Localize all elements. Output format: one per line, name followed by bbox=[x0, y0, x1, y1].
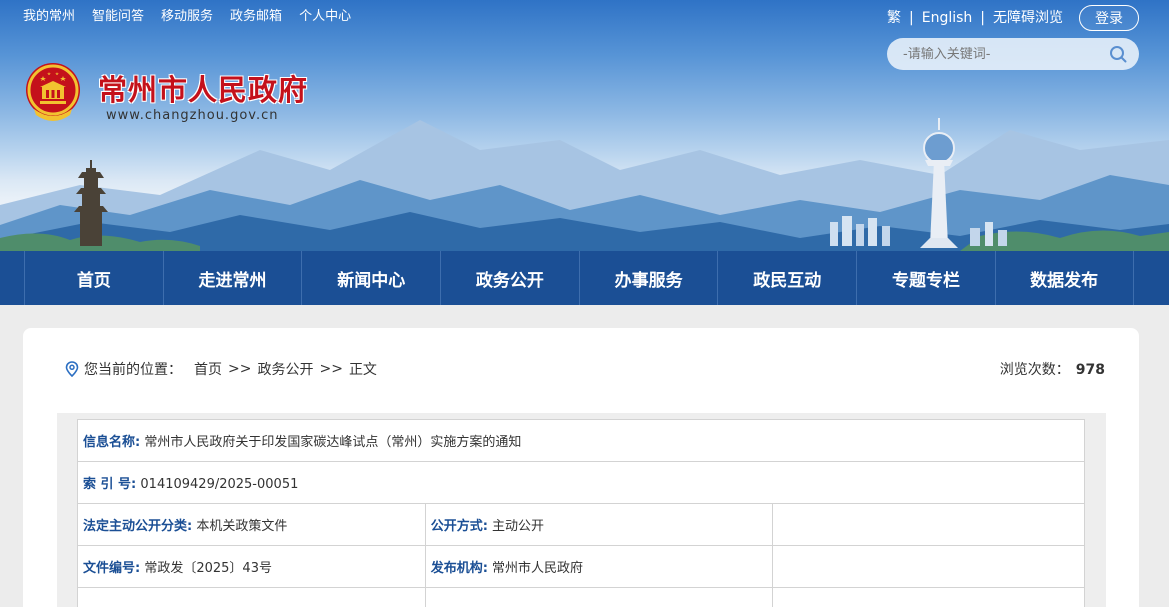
breadcrumb-current: 正文 bbox=[348, 362, 377, 378]
info-org-value: 常州市人民政府 bbox=[492, 561, 584, 576]
traditional-chinese-link[interactable]: 繁 bbox=[887, 6, 901, 30]
breadcrumb-home[interactable]: 首页 bbox=[194, 359, 222, 379]
info-mode-label: 公开方式: bbox=[430, 519, 488, 534]
info-mode-value: 主动公开 bbox=[492, 519, 545, 534]
site-title: 常州市人民政府 bbox=[98, 73, 309, 107]
info-category-label: 法定主动公开分类: bbox=[83, 519, 193, 534]
info-empty-cell bbox=[772, 503, 1085, 546]
nav-item-special-topics[interactable]: 专题专栏 bbox=[856, 251, 995, 305]
search-box bbox=[887, 38, 1139, 70]
table-row: 索 引 号: 014109429/2025-00051 bbox=[77, 461, 1085, 504]
info-doc-value: 常政发〔2025〕43号 bbox=[144, 561, 272, 576]
info-doc-cell: 文件编号: 常政发〔2025〕43号 bbox=[77, 545, 426, 588]
header-banner: 我的常州 智能问答 移动服务 政务邮箱 个人中心 繁 | English | 无… bbox=[0, 0, 1169, 251]
accessible-browse-link[interactable]: 无障碍浏览 bbox=[993, 6, 1063, 30]
english-link[interactable]: English bbox=[922, 6, 973, 30]
nav-item-about-changzhou[interactable]: 走进常州 bbox=[162, 251, 302, 305]
info-org-cell: 发布机构: 常州市人民政府 bbox=[424, 545, 774, 588]
breadcrumb-gov-affairs[interactable]: 政务公开 bbox=[257, 359, 313, 379]
info-org-label: 发布机构: bbox=[430, 561, 488, 576]
nav-item-data-release[interactable]: 数据发布 bbox=[994, 251, 1134, 305]
breadcrumb-separator: >> bbox=[228, 361, 252, 377]
table-row: 法定主动公开分类: 本机关政策文件 公开方式: 主动公开 bbox=[77, 503, 1085, 546]
info-table: 信息名称: 常州市人民政府关于印发国家碳达峰试点（常州）实施方案的通知 索 引 … bbox=[77, 419, 1085, 607]
info-name-value: 常州市人民政府关于印发国家碳达峰试点（常州）实施方案的通知 bbox=[144, 435, 522, 450]
info-name-cell: 信息名称: 常州市人民政府关于印发国家碳达峰试点（常州）实施方案的通知 bbox=[77, 419, 1085, 462]
national-emblem-icon bbox=[26, 63, 80, 121]
nav-item-home[interactable]: 首页 bbox=[24, 251, 163, 305]
breadcrumb: 您当前的位置： 首页 >> 政务公开 >> 正文 bbox=[65, 359, 377, 379]
view-count-value: 978 bbox=[1075, 362, 1105, 378]
toolbar-divider: | bbox=[980, 10, 985, 26]
nav-item-interaction[interactable]: 政民互动 bbox=[717, 251, 856, 305]
table-row bbox=[77, 587, 1085, 607]
info-partial-cell bbox=[772, 587, 1085, 607]
search-icon[interactable] bbox=[1109, 45, 1127, 63]
view-count-label: 浏览次数： bbox=[999, 362, 1070, 378]
content-card: 您当前的位置： 首页 >> 政务公开 >> 正文 浏览次数： 978 信息名称: … bbox=[23, 328, 1139, 607]
site-url: www.changzhou.gov.cn bbox=[106, 108, 279, 123]
view-count: 浏览次数： 978 bbox=[1000, 359, 1105, 379]
info-partial-cell bbox=[424, 587, 774, 607]
info-category-cell: 法定主动公开分类: 本机关政策文件 bbox=[77, 503, 426, 546]
info-index-label: 索 引 号: bbox=[83, 477, 137, 492]
info-empty-cell bbox=[772, 545, 1085, 588]
info-category-value: 本机关政策文件 bbox=[196, 519, 288, 534]
table-row: 文件编号: 常政发〔2025〕43号 发布机构: 常州市人民政府 bbox=[77, 545, 1085, 588]
info-index-value: 014109429/2025-00051 bbox=[140, 477, 299, 492]
info-partial-cell bbox=[77, 587, 426, 607]
top-link-smart-qa[interactable]: 智能问答 bbox=[92, 8, 144, 26]
top-link-personal-center[interactable]: 个人中心 bbox=[299, 8, 351, 26]
top-link-my-changzhou[interactable]: 我的常州 bbox=[23, 8, 75, 26]
toolbar-divider: | bbox=[909, 10, 914, 26]
table-row: 信息名称: 常州市人民政府关于印发国家碳达峰试点（常州）实施方案的通知 bbox=[77, 419, 1085, 462]
info-doc-label: 文件编号: bbox=[83, 561, 141, 576]
info-index-cell: 索 引 号: 014109429/2025-00051 bbox=[77, 461, 1085, 504]
location-pin-icon bbox=[65, 361, 79, 377]
login-button[interactable]: 登录 bbox=[1079, 5, 1139, 31]
info-name-label: 信息名称: bbox=[83, 435, 141, 450]
nav-item-gov-affairs[interactable]: 政务公开 bbox=[440, 251, 579, 305]
info-mode-cell: 公开方式: 主动公开 bbox=[424, 503, 774, 546]
header-toolbar: 繁 | English | 无障碍浏览 登录 bbox=[887, 5, 1139, 31]
top-link-gov-mail[interactable]: 政务邮箱 bbox=[230, 8, 282, 26]
top-links: 我的常州 智能问答 移动服务 政务邮箱 个人中心 bbox=[23, 8, 351, 26]
main-nav: 首页 走进常州 新闻中心 政务公开 办事服务 政民互动 专题专栏 数据发布 bbox=[0, 251, 1169, 305]
top-link-mobile-service[interactable]: 移动服务 bbox=[161, 8, 213, 26]
breadcrumb-prefix: 您当前的位置： bbox=[84, 362, 182, 378]
breadcrumb-separator: >> bbox=[319, 361, 343, 377]
search-input[interactable] bbox=[903, 46, 1093, 62]
nav-item-news-center[interactable]: 新闻中心 bbox=[301, 251, 440, 305]
info-panel: 信息名称: 常州市人民政府关于印发国家碳达峰试点（常州）实施方案的通知 索 引 … bbox=[57, 413, 1106, 607]
nav-item-services[interactable]: 办事服务 bbox=[578, 251, 718, 305]
